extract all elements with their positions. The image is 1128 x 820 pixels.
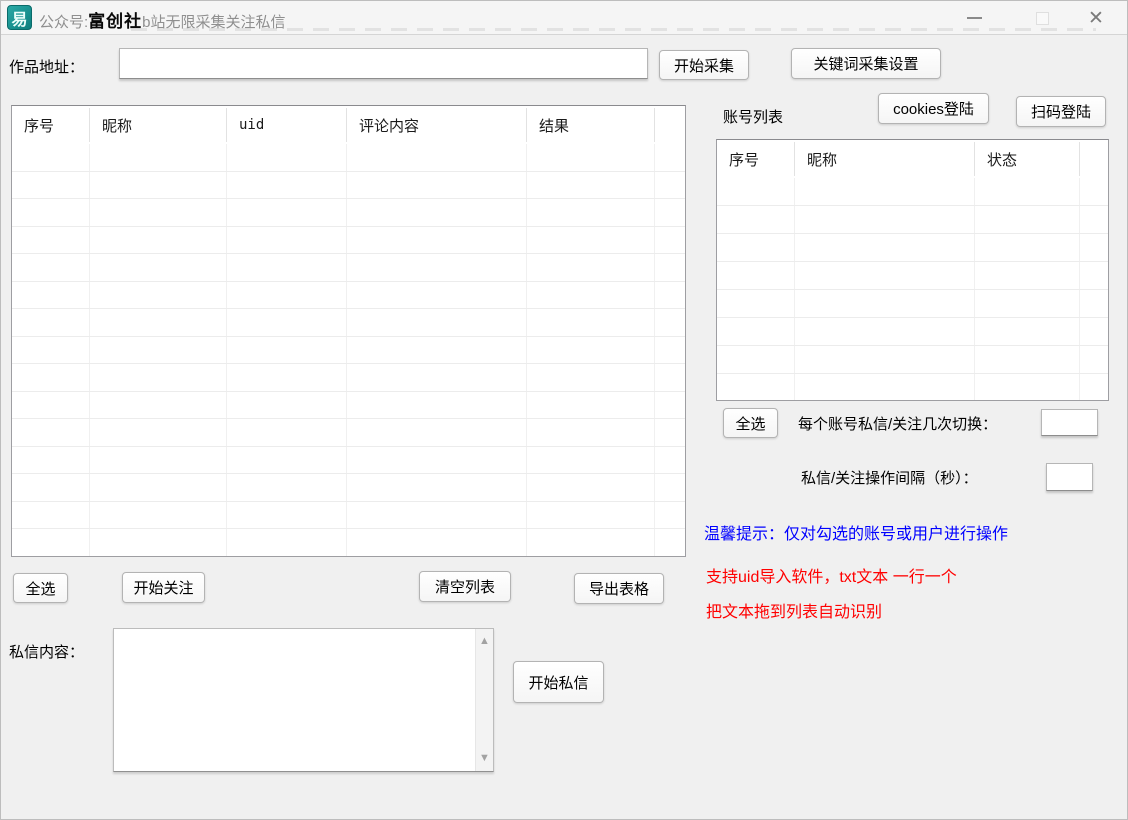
start-collect-button[interactable]: 开始采集 <box>659 50 749 80</box>
table-row <box>12 474 685 502</box>
work-url-label: 作品地址： <box>9 56 84 77</box>
scroll-down-icon[interactable]: ▼ <box>476 753 493 764</box>
comments-table-header: 序号 昵称 uid 评论内容 结果 <box>12 106 685 144</box>
account-list-label: 账号列表 <box>723 106 783 127</box>
accounts-table[interactable]: 序号 昵称 状态 <box>716 139 1109 401</box>
table-row <box>717 262 1108 290</box>
col-header-extra <box>655 108 685 142</box>
start-follow-button[interactable]: 开始关注 <box>122 572 205 603</box>
table-row <box>12 254 685 282</box>
scroll-up-icon[interactable]: ▲ <box>476 636 493 647</box>
title-bar: 易 公众号:富创社b站无限采集关注私信 ✕ <box>1 1 1127 35</box>
col-header-result[interactable]: 结果 <box>527 108 655 142</box>
table-row <box>12 227 685 255</box>
dm-content-label: 私信内容： <box>9 641 84 662</box>
export-table-button[interactable]: 导出表格 <box>574 573 664 604</box>
title-prefix: 公众号: <box>39 14 88 31</box>
table-row <box>12 199 685 227</box>
switch-count-input[interactable] <box>1041 409 1098 436</box>
col-header-comment[interactable]: 评论内容 <box>347 108 527 142</box>
comments-table[interactable]: 序号 昵称 uid 评论内容 结果 <box>11 105 686 557</box>
col-header-index[interactable]: 序号 <box>12 108 90 142</box>
table-row <box>12 144 685 172</box>
table-row <box>717 374 1108 401</box>
maximize-button[interactable] <box>1019 1 1065 35</box>
close-button[interactable]: ✕ <box>1073 1 1119 35</box>
accounts-table-header: 序号 昵称 状态 <box>717 140 1108 178</box>
close-icon: ✕ <box>1088 7 1104 30</box>
table-row <box>12 282 685 310</box>
tip-red-line2: 把文本拖到列表自动识别 <box>706 598 882 622</box>
maximize-icon <box>1036 12 1049 25</box>
app-window: 易 公众号:富创社b站无限采集关注私信 ✕ 作品地址： 开始采集 关键词采集设置… <box>0 0 1128 820</box>
table-row <box>12 392 685 420</box>
switch-count-label: 每个账号私信/关注几次切换： <box>798 413 997 434</box>
table-row <box>12 419 685 447</box>
tip-red-line1: 支持uid导入软件，txt文本 一行一个 <box>706 563 957 587</box>
dm-content-box: ▲ ▼ <box>113 628 494 772</box>
table-row <box>12 529 685 557</box>
select-all-accounts-button[interactable]: 全选 <box>723 408 778 438</box>
table-row <box>717 290 1108 318</box>
minimize-icon <box>967 17 982 19</box>
table-row <box>12 309 685 337</box>
col-header-account-nickname[interactable]: 昵称 <box>795 142 975 176</box>
dm-content-textarea[interactable] <box>114 629 475 771</box>
col-header-nickname[interactable]: 昵称 <box>90 108 227 142</box>
start-dm-button[interactable]: 开始私信 <box>513 661 604 703</box>
table-row <box>12 447 685 475</box>
keyword-collect-settings-button[interactable]: 关键词采集设置 <box>791 48 941 79</box>
table-row <box>717 234 1108 262</box>
col-header-account-status[interactable]: 状态 <box>975 142 1080 176</box>
app-icon: 易 <box>7 5 32 30</box>
col-header-account-extra <box>1080 142 1108 176</box>
table-row <box>717 206 1108 234</box>
table-row <box>12 337 685 365</box>
table-row <box>717 178 1108 206</box>
interval-label: 私信/关注操作间隔（秒）： <box>801 467 978 488</box>
table-row <box>717 318 1108 346</box>
clear-list-button[interactable]: 清空列表 <box>419 571 511 602</box>
tip-blue: 温馨提示：仅对勾选的账号或用户进行操作 <box>704 520 1008 544</box>
table-row <box>12 172 685 200</box>
col-header-uid[interactable]: uid <box>227 108 347 142</box>
table-row <box>717 346 1108 374</box>
work-url-input[interactable] <box>119 48 648 79</box>
comments-table-body <box>12 144 685 556</box>
dm-scrollbar[interactable]: ▲ ▼ <box>475 629 493 771</box>
qr-login-button[interactable]: 扫码登陆 <box>1016 96 1106 127</box>
minimize-button[interactable] <box>951 1 997 35</box>
cookies-login-button[interactable]: cookies登陆 <box>878 93 989 124</box>
interval-input[interactable] <box>1046 463 1093 491</box>
table-row <box>12 502 685 530</box>
table-row <box>12 364 685 392</box>
col-header-account-index[interactable]: 序号 <box>717 142 795 176</box>
select-all-comments-button[interactable]: 全选 <box>13 573 68 603</box>
accounts-table-body <box>717 178 1108 400</box>
